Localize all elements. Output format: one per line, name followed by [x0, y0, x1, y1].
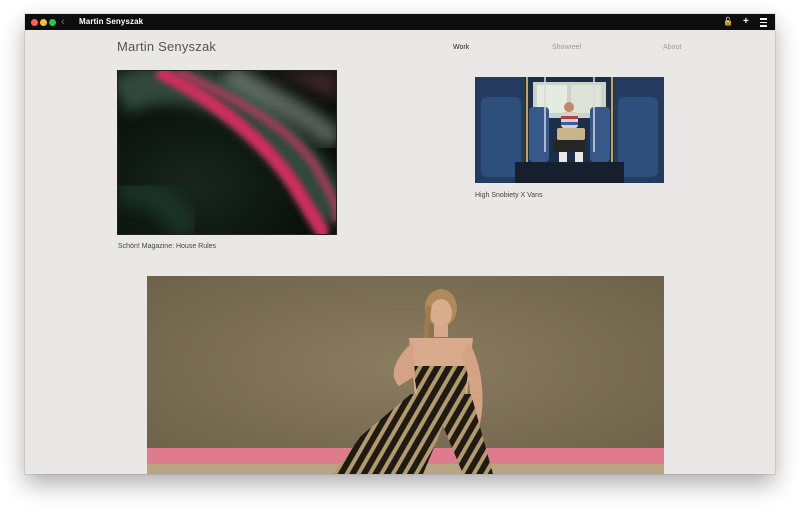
hamburger-menu-icon[interactable]: [760, 16, 767, 28]
fashion-model-image: [147, 276, 664, 474]
nav-link-about[interactable]: About: [663, 44, 681, 51]
back-arrow-icon[interactable]: ‹: [61, 15, 65, 29]
site-logo[interactable]: Martin Senyszak: [117, 39, 216, 54]
title-bar: ‹ Martin Senyszak 🔓 +: [25, 14, 775, 30]
window-title: Martin Senyszak: [79, 17, 144, 26]
lock-icon[interactable]: 🔓: [723, 16, 733, 28]
zoom-window-button[interactable]: [49, 19, 56, 26]
project-thumbnail-fashion[interactable]: [147, 276, 664, 474]
bus-interior-image: [475, 77, 664, 183]
project-caption-schon[interactable]: Schön! Magazine: House Rules: [118, 243, 216, 250]
close-window-button[interactable]: [31, 19, 38, 26]
project-thumbnail-schon[interactable]: [117, 70, 337, 235]
project-caption-vans[interactable]: High Snobiety X Vans: [475, 192, 543, 199]
nav-link-showreel[interactable]: Showreel: [552, 44, 581, 51]
project-thumbnail-vans[interactable]: [475, 77, 664, 183]
browser-window: ‹ Martin Senyszak 🔓 + Martin Senyszak Wo…: [25, 14, 775, 474]
nav-link-work[interactable]: Work: [453, 44, 469, 51]
new-tab-plus-icon[interactable]: +: [743, 16, 749, 28]
minimize-window-button[interactable]: [40, 19, 47, 26]
abstract-blur-image: [118, 71, 336, 234]
